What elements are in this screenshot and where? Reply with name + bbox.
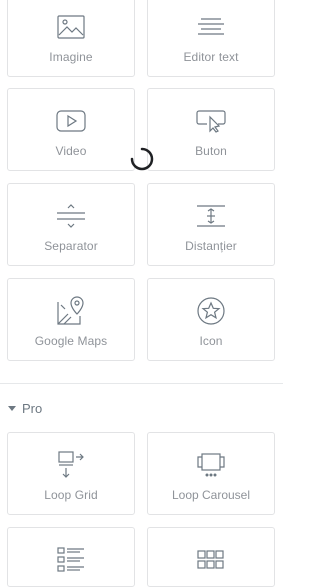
widget-portfolio[interactable] — [147, 527, 275, 587]
grid-icon — [194, 543, 228, 577]
widget-loop-grid[interactable]: Loop Grid — [7, 432, 135, 515]
widget-editor-text[interactable]: Editor text — [147, 0, 275, 77]
loop-carousel-icon — [194, 448, 228, 482]
widget-label: Video — [55, 144, 87, 158]
widget-imagine[interactable]: Imagine — [7, 0, 135, 77]
widget-label: Distanțier — [185, 239, 237, 253]
widget-icon[interactable]: Icon — [147, 278, 275, 361]
widget-label: Separator — [44, 239, 98, 253]
widget-google-maps[interactable]: Google Maps — [7, 278, 135, 361]
widget-loop-carousel[interactable] — [147, 432, 275, 515]
posts-list-icon — [54, 543, 88, 577]
widget-posts[interactable] — [7, 527, 135, 587]
loop-grid-icon — [54, 448, 88, 482]
caret-down-icon — [8, 405, 16, 411]
widget-label: Imagine — [49, 50, 93, 64]
widget-label: Icon — [199, 334, 223, 348]
pro-section-toggle[interactable]: Pro — [8, 400, 42, 416]
section-divider — [0, 383, 283, 384]
widget-label: Google Maps — [34, 334, 108, 348]
video-play-icon — [54, 104, 88, 138]
image-icon — [54, 10, 88, 44]
widget-separator[interactable]: Separator — [7, 183, 135, 266]
widget-video[interactable]: Video — [7, 88, 135, 171]
map-pin-icon — [54, 294, 88, 328]
button-cursor-icon — [194, 104, 228, 138]
spacer-icon — [194, 199, 228, 233]
widget-distantier[interactable]: Distanțier — [147, 183, 275, 266]
section-title: Pro — [22, 400, 43, 416]
star-circle-icon — [194, 294, 228, 328]
widget-label: Loop Grid — [44, 488, 98, 502]
widget-label: Editor text — [183, 50, 239, 64]
widget-buton[interactable]: Buton — [147, 88, 275, 171]
divider-icon — [54, 199, 88, 233]
loading-spinner — [130, 147, 154, 171]
widget-label: Loop Carousel — [171, 488, 251, 502]
widget-label: Buton — [195, 144, 227, 158]
text-editor-icon — [194, 10, 228, 44]
